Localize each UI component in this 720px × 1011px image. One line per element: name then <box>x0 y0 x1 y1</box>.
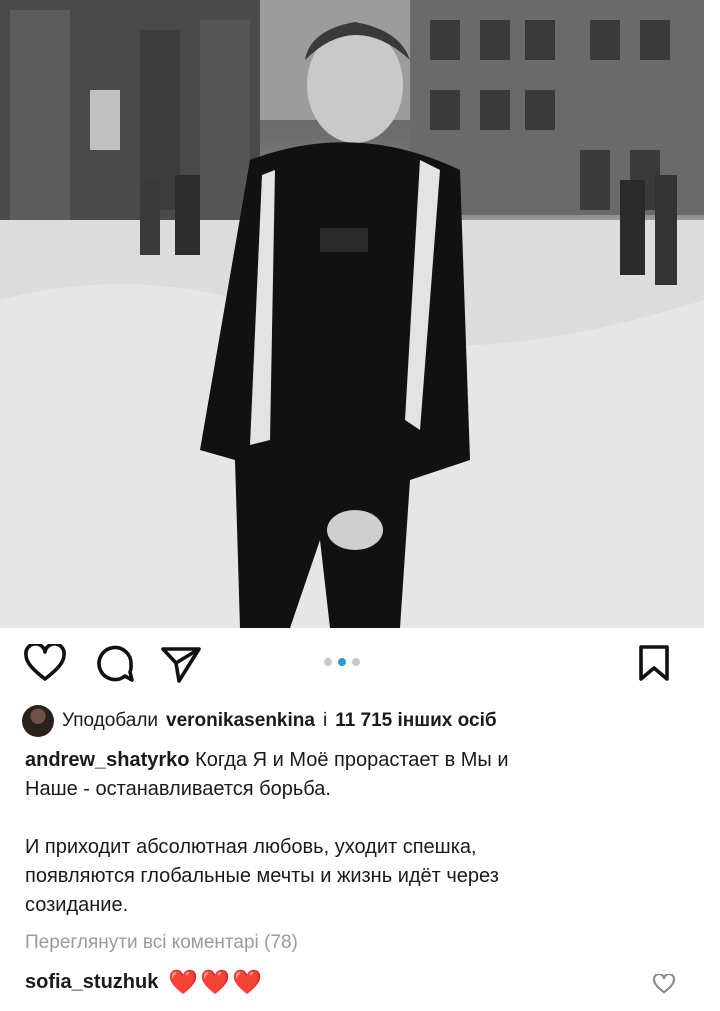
likes-others[interactable]: 11 715 інших осіб <box>335 710 496 732</box>
carousel-dot <box>352 658 360 666</box>
comment-username[interactable]: sofia_stuzhuk <box>25 971 158 994</box>
carousel-indicator <box>324 658 360 666</box>
caption-author[interactable]: andrew_shatyrko <box>25 749 190 771</box>
avatar[interactable] <box>22 705 54 737</box>
comment-item: sofia_stuzhuk ❤️❤️❤️ <box>25 968 264 997</box>
likes-summary[interactable]: Уподобали veronikasenkina і 11 715 інших… <box>22 704 497 738</box>
share-icon[interactable] <box>160 644 202 684</box>
caption-line: Наше - останавливается борьба. <box>25 778 331 800</box>
post-caption: andrew_shatyrko Когда Я и Моё прорастает… <box>25 746 665 920</box>
likes-joiner: і <box>322 710 328 731</box>
comment-icon[interactable] <box>95 644 135 684</box>
heart-icon[interactable] <box>24 644 66 682</box>
caption-line: появляются глобальные мечты и жизнь идёт… <box>25 865 499 887</box>
photo-illustration <box>0 0 704 628</box>
caption-line: созидание. <box>25 894 129 916</box>
caption-line: И приходит абсолютная любовь, уходит спе… <box>25 836 477 858</box>
carousel-dot <box>324 658 332 666</box>
bookmark-icon[interactable] <box>638 644 670 682</box>
likes-prefix: Уподобали <box>62 710 159 731</box>
comment-text: ❤️❤️❤️ <box>168 969 265 996</box>
view-all-comments-link[interactable]: Переглянути всі коментарі (78) <box>25 932 298 954</box>
liker-username[interactable]: veronikasenkina <box>166 710 315 732</box>
comment-like-heart-icon[interactable] <box>653 974 675 994</box>
post-actions-bar <box>0 628 704 698</box>
post-photo[interactable] <box>0 0 704 628</box>
caption-line: Когда Я и Моё прорастает в Мы и <box>195 749 509 771</box>
carousel-dot-active <box>338 658 346 666</box>
